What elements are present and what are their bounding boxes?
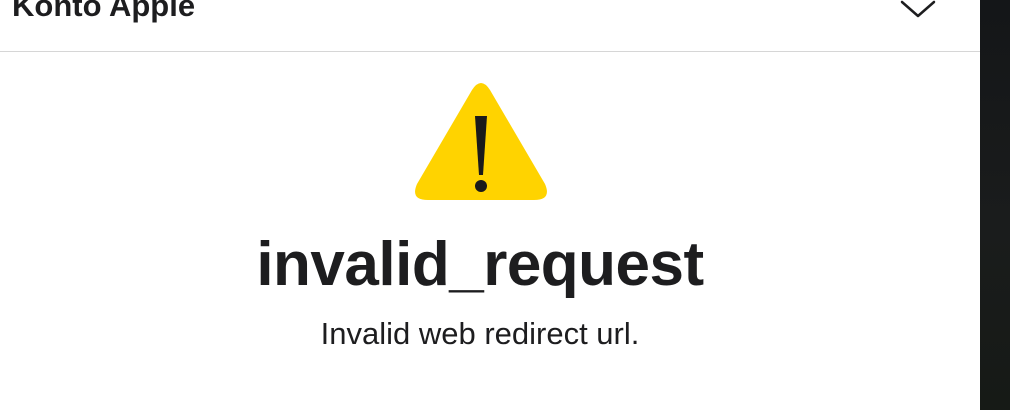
account-title: Konto Apple [12, 0, 196, 23]
error-message: Invalid web redirect url. [320, 316, 640, 351]
account-header: Konto Apple [0, 0, 980, 52]
background-window-edge [980, 0, 1010, 410]
error-content: invalid_request Invalid web redirect url… [0, 52, 980, 410]
warning-icon [415, 83, 547, 200]
error-title: invalid_request [256, 230, 704, 299]
chevron-down-icon[interactable] [900, 0, 936, 22]
screen: Konto Apple invalid_request Invalid web … [0, 0, 1010, 410]
dialog-panel: Konto Apple invalid_request Invalid web … [0, 0, 980, 410]
